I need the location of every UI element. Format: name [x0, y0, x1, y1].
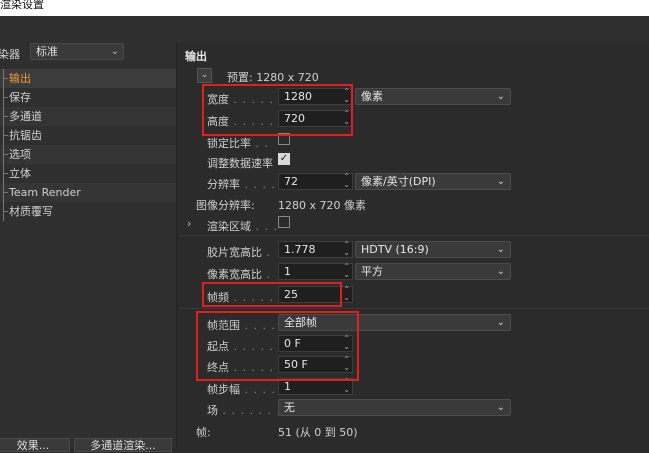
film-aspect-row: 胶片宽高比 . 1.778 ⌃ ⌄ HDTV (16:9) ⌄	[177, 241, 649, 262]
image-resolution-row: 图像分辨率: 1280 x 720 像素	[177, 194, 649, 215]
start-row: 起点 . . . . . . 0 F ⌃ ⌄	[177, 335, 649, 356]
frames-label: 帧:	[196, 426, 211, 439]
frame-step-row: 帧步幅 . . . . 1 ⌃ ⌄	[177, 378, 649, 399]
adjust-rate-checkbox[interactable]: ✓	[278, 153, 290, 165]
nav-item-team-render[interactable]: Team Render	[0, 183, 176, 202]
pixel-aspect-input[interactable]: 1 ⌃ ⌄	[278, 263, 353, 280]
chevron-down-icon: ⌄	[496, 176, 505, 187]
renderer-value: 标准	[36, 45, 58, 58]
height-label: 高度 . . . . . .	[207, 115, 283, 128]
frame-range-select[interactable]: 全部帧 ⌄	[278, 314, 511, 331]
field-row: 场 . . . . . . . 无 ⌄	[177, 399, 649, 420]
chevron-down-icon: ⌄	[496, 244, 505, 255]
resolution-label: 分辨率 . . . .	[207, 178, 276, 191]
effects-button[interactable]: 效果...	[0, 438, 70, 452]
frame-step-label: 帧步幅 . . . .	[207, 383, 276, 396]
start-input[interactable]: 0 F ⌃ ⌄	[278, 335, 353, 352]
nav-item-options[interactable]: 选项	[0, 145, 176, 164]
frame-rate-label: 帧频 . . . . . .	[207, 291, 283, 304]
stepper-icon[interactable]: ⌃ ⌄	[343, 335, 350, 351]
frame-range-row: 帧范围 . . . . 全部帧 ⌄	[177, 314, 649, 335]
stepper-icon[interactable]: ⌃ ⌄	[343, 110, 350, 126]
renderer-select[interactable]: 标准 ⌄	[30, 43, 124, 60]
multipass-render-button[interactable]: 多通道渲染...	[74, 438, 172, 452]
preset-label: 预置: 1280 x 720	[227, 71, 319, 84]
toolbar-area	[0, 16, 649, 43]
frame-rate-row: 帧频 . . . . . . 25 ⌃ ⌄	[177, 286, 649, 307]
stepper-icon[interactable]: ⌃ ⌄	[343, 241, 350, 257]
left-panel: 染器 标准 ⌄ 输出 保存 多通道 抗锯齿 选项 立体 Team Render …	[0, 42, 177, 452]
resolution-input[interactable]: 72 ⌃ ⌄	[278, 173, 353, 190]
field-select[interactable]: 无 ⌄	[278, 399, 511, 416]
section-title: 输出	[185, 50, 207, 63]
start-label: 起点 . . . . . .	[207, 340, 283, 353]
width-row: 宽度 . . . . . . 1280 ⌃ ⌄ 像素 ⌄	[177, 88, 649, 109]
nav-item-multipass[interactable]: 多通道	[0, 107, 176, 126]
film-aspect-select[interactable]: HDTV (16:9) ⌄	[355, 241, 511, 258]
stepper-icon[interactable]: ⌃ ⌄	[343, 356, 350, 372]
nav-item-save[interactable]: 保存	[0, 88, 176, 107]
adjust-rate-label: 调整数据速率	[207, 157, 273, 170]
end-row: 终点 . . . . . . 50 F ⌃ ⌄	[177, 356, 649, 377]
width-label: 宽度 . . . . . .	[207, 93, 283, 106]
lock-ratio-checkbox[interactable]	[278, 133, 290, 145]
nav-item-antialiasing[interactable]: 抗锯齿	[0, 126, 176, 145]
render-region-row: › 渲染区域 . . .	[177, 215, 649, 236]
width-unit-select[interactable]: 像素 ⌄	[355, 88, 511, 105]
lock-ratio-label: 锁定比率 . .	[207, 137, 269, 150]
divider	[179, 235, 649, 236]
frames-row: 帧: 51 (从 0 到 50)	[177, 421, 649, 442]
field-label: 场 . . . . . . .	[207, 404, 281, 417]
frame-rate-input[interactable]: 25 ⌃ ⌄	[278, 286, 353, 303]
nav-item-output[interactable]: 输出	[0, 69, 176, 88]
adjust-rate-row: 调整数据速率 ✓	[177, 152, 649, 173]
pixel-aspect-row: 像素宽高比 . 1 ⌃ ⌄ 平方 ⌄	[177, 263, 649, 284]
chevron-down-icon: ⌄	[496, 91, 505, 102]
stepper-icon[interactable]: ⌃ ⌄	[343, 173, 350, 189]
render-region-label: 渲染区域 . . .	[207, 220, 278, 233]
window-titlebar: 渲染设置	[0, 0, 649, 16]
settings-nav: 输出 保存 多通道 抗锯齿 选项 立体 Team Render 材质覆写	[0, 69, 176, 221]
height-row: 高度 . . . . . . 720 ⌃ ⌄	[177, 110, 649, 131]
end-input[interactable]: 50 F ⌃ ⌄	[278, 356, 353, 373]
nav-item-stereoscopic[interactable]: 立体	[0, 164, 176, 183]
film-aspect-label: 胶片宽高比 .	[207, 246, 271, 259]
stepper-icon[interactable]: ⌃ ⌄	[343, 378, 350, 394]
nav-item-material-override[interactable]: 材质覆写	[0, 202, 176, 221]
resolution-unit-select[interactable]: 像素/英寸(DPI) ⌄	[355, 173, 511, 190]
divider	[179, 308, 649, 309]
chevron-down-icon: ⌄	[496, 402, 505, 413]
stepper-icon[interactable]: ⌃ ⌄	[343, 286, 350, 302]
renderer-label: 染器	[0, 48, 20, 61]
end-label: 终点 . . . . . .	[207, 361, 283, 374]
resolution-row: 分辨率 . . . . 72 ⌃ ⌄ 像素/英寸(DPI) ⌄	[177, 173, 649, 194]
render-region-checkbox[interactable]	[278, 216, 290, 228]
frames-value: 51 (从 0 到 50)	[278, 426, 358, 439]
output-panel: 输出 ⌄ 预置: 1280 x 720 宽度 . . . . . . 1280 ⌃…	[177, 42, 649, 448]
height-input[interactable]: 720 ⌃ ⌄	[278, 110, 353, 127]
preset-row: ⌄ 预置: 1280 x 720	[177, 68, 649, 89]
lock-ratio-row: 锁定比率 . .	[177, 132, 649, 153]
pixel-aspect-label: 像素宽高比 .	[207, 268, 271, 281]
frame-range-label: 帧范围 . . . .	[207, 319, 276, 332]
stepper-icon[interactable]: ⌃ ⌄	[343, 88, 350, 104]
chevron-down-icon[interactable]: ⌄	[197, 68, 212, 83]
frame-step-input[interactable]: 1 ⌃ ⌄	[278, 378, 353, 395]
image-resolution-value: 1280 x 720 像素	[278, 199, 366, 212]
chevron-right-icon[interactable]: ›	[187, 217, 191, 230]
window-title: 渲染设置	[0, 0, 44, 11]
pixel-aspect-select[interactable]: 平方 ⌄	[355, 263, 511, 280]
chevron-down-icon: ⌄	[496, 266, 505, 277]
stepper-icon[interactable]: ⌃ ⌄	[343, 263, 350, 279]
film-aspect-input[interactable]: 1.778 ⌃ ⌄	[278, 241, 353, 258]
chevron-down-icon: ⌄	[110, 46, 119, 57]
image-resolution-label: 图像分辨率:	[196, 199, 255, 212]
width-input[interactable]: 1280 ⌃ ⌄	[278, 88, 353, 105]
chevron-down-icon: ⌄	[496, 317, 505, 328]
